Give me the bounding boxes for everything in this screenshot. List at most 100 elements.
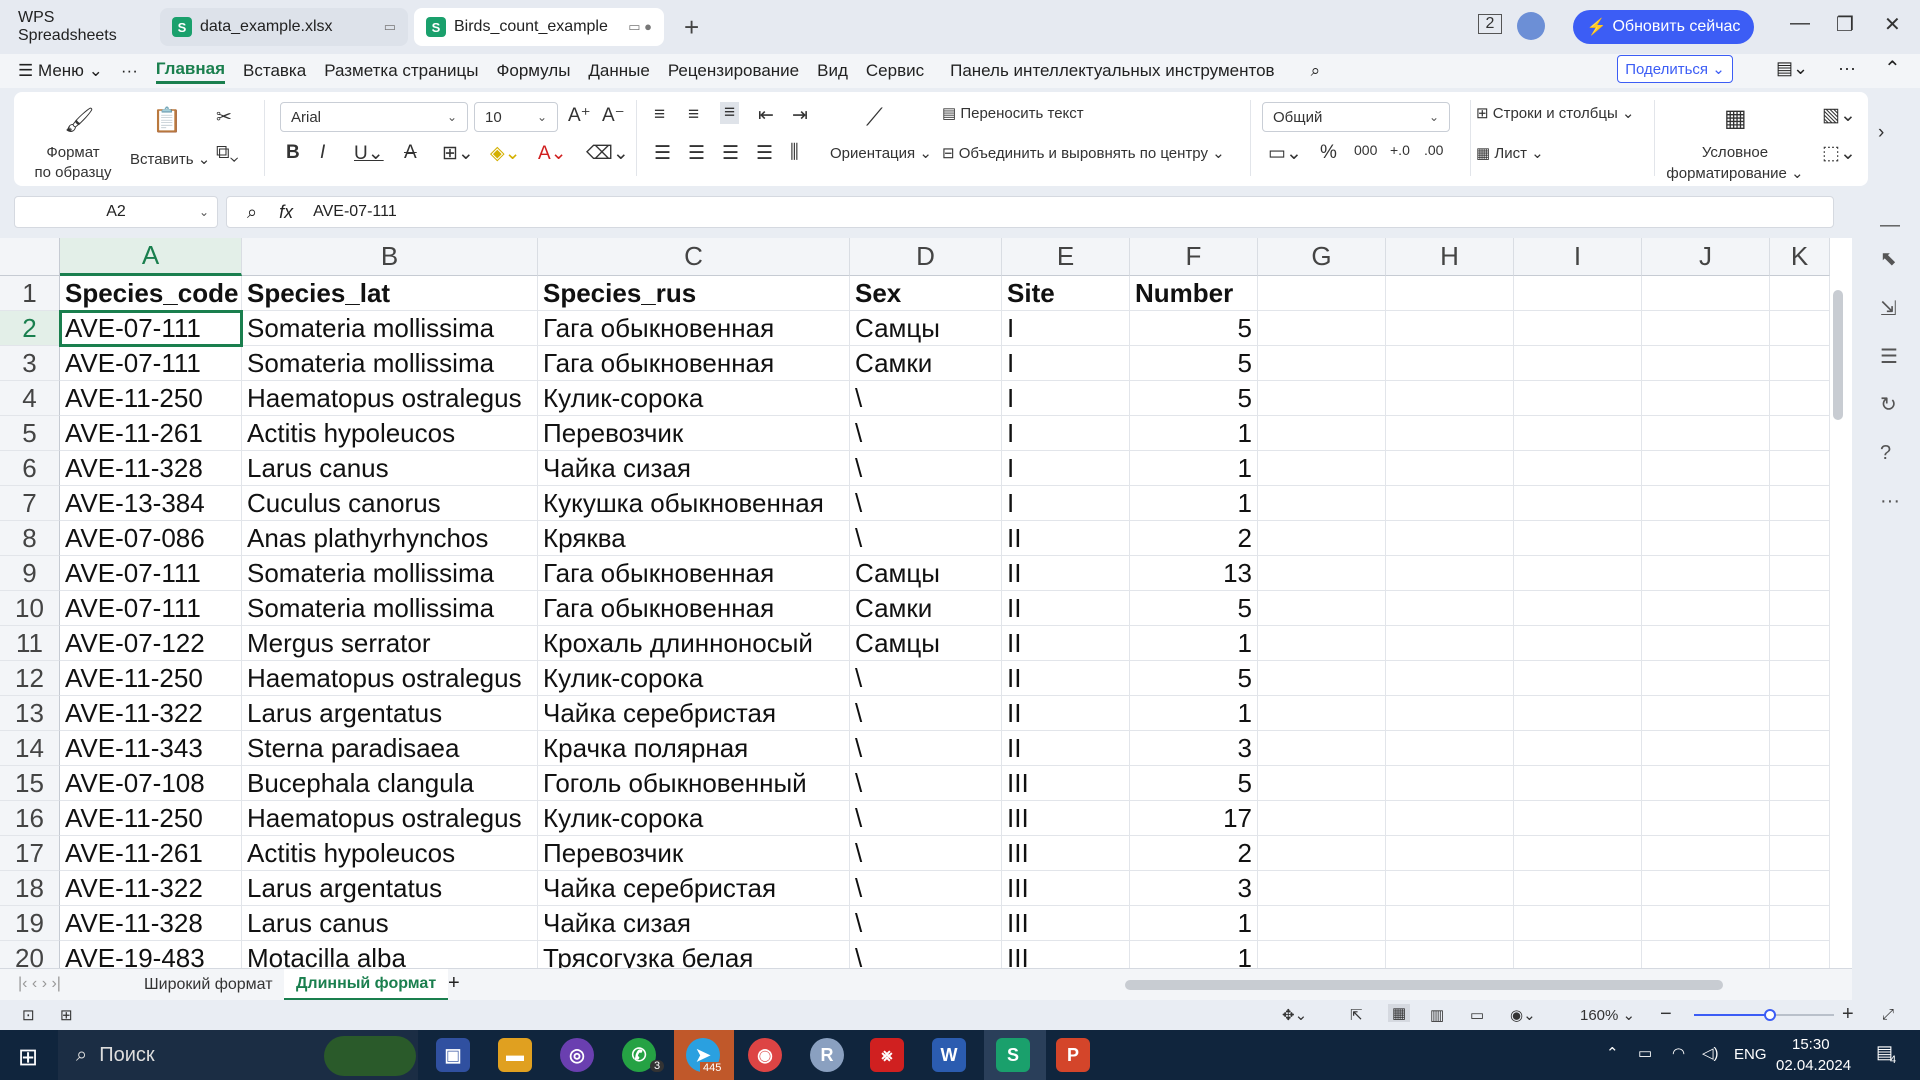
table-cell[interactable]: [1386, 766, 1514, 801]
thousands-icon[interactable]: 000: [1354, 142, 1377, 158]
save-app-icon[interactable]: ▣: [436, 1038, 470, 1072]
table-cell[interactable]: Перевозчик: [538, 836, 850, 871]
align-right-icon[interactable]: ☰: [722, 142, 739, 165]
table-cell[interactable]: Haematopus ostralegus: [242, 801, 538, 836]
r-app-icon[interactable]: R: [810, 1038, 844, 1072]
table-cell[interactable]: [1514, 941, 1642, 968]
table-cell[interactable]: [1770, 311, 1830, 346]
more-icon[interactable]: ···: [1880, 490, 1900, 513]
column-header-a[interactable]: A: [60, 238, 242, 276]
table-cell[interactable]: [1514, 906, 1642, 941]
table-cell[interactable]: Чайка сизая: [538, 906, 850, 941]
currency-icon[interactable]: ▭⌄: [1268, 142, 1302, 165]
zoom-out-button[interactable]: −: [1660, 1003, 1672, 1026]
table-cell[interactable]: [1642, 556, 1770, 591]
format-painter-icon[interactable]: 🖌: [64, 106, 94, 135]
table-cell[interactable]: Крохаль длинноносый: [538, 626, 850, 661]
table-cell[interactable]: [1642, 871, 1770, 906]
row-header[interactable]: 15: [0, 766, 60, 801]
column-header-h[interactable]: H: [1386, 238, 1514, 276]
table-cell[interactable]: AVE-07-111: [60, 346, 242, 381]
page-break-view-icon[interactable]: ▥: [1430, 1006, 1444, 1024]
row-header[interactable]: 1: [0, 276, 60, 311]
row-header[interactable]: 3: [0, 346, 60, 381]
clear-format-icon[interactable]: ⌫⌄: [586, 142, 629, 165]
export-icon[interactable]: ⇲: [1880, 296, 1897, 321]
tab-home-ribbon[interactable]: Главная: [155, 59, 226, 84]
table-cell[interactable]: Перевозчик: [538, 416, 850, 451]
history-icon[interactable]: ↻: [1880, 392, 1897, 417]
minimize-button[interactable]: —: [1790, 12, 1810, 35]
column-header-d[interactable]: D: [850, 238, 1002, 276]
table-cell[interactable]: [1514, 346, 1642, 381]
reading-view-icon[interactable]: ⇱: [1350, 1006, 1363, 1024]
table-cell[interactable]: AVE-11-322: [60, 871, 242, 906]
volume-icon[interactable]: ◁): [1702, 1044, 1719, 1062]
table-cell[interactable]: Чайка сизая: [538, 451, 850, 486]
scroll-mode-icon[interactable]: ✥⌄: [1282, 1006, 1307, 1024]
decrease-indent-icon[interactable]: ⇤: [758, 104, 774, 127]
align-center-icon[interactable]: ☰: [688, 142, 705, 165]
sheet-tab-long[interactable]: Длинный формат: [284, 969, 449, 1001]
table-cell[interactable]: II: [1002, 521, 1130, 556]
header-cell[interactable]: Sex: [850, 276, 1002, 311]
table-cell[interactable]: [1258, 591, 1386, 626]
row-header[interactable]: 12: [0, 661, 60, 696]
table-cell[interactable]: [1770, 556, 1830, 591]
table-cell[interactable]: [1514, 486, 1642, 521]
table-cell[interactable]: [1258, 661, 1386, 696]
table-cell[interactable]: \: [850, 766, 1002, 801]
vertical-scrollbar[interactable]: [1833, 290, 1843, 420]
table-cell[interactable]: I: [1002, 311, 1130, 346]
flowers-widget-image[interactable]: [324, 1036, 416, 1076]
table-cell[interactable]: [1258, 766, 1386, 801]
tab-insert[interactable]: Вставка: [243, 61, 306, 81]
tab-data-example[interactable]: S data_example.xlsx ▭: [160, 8, 408, 46]
table-cell[interactable]: Самки: [850, 591, 1002, 626]
align-left-icon[interactable]: ☰: [654, 142, 671, 165]
row-header[interactable]: 4: [0, 381, 60, 416]
more-options-icon[interactable]: ···: [1838, 58, 1856, 79]
table-cell[interactable]: [1642, 766, 1770, 801]
underline-icon[interactable]: U⌄: [354, 142, 384, 165]
clock-date[interactable]: 02.04.2024: [1776, 1057, 1851, 1074]
table-cell[interactable]: [1770, 591, 1830, 626]
table-cell[interactable]: [1386, 906, 1514, 941]
table-cell[interactable]: [1642, 311, 1770, 346]
table-cell[interactable]: \: [850, 486, 1002, 521]
table-cell[interactable]: Cuculus canorus: [242, 486, 538, 521]
table-cell[interactable]: [1642, 661, 1770, 696]
orientation-button[interactable]: Ориентация ⌄: [830, 144, 932, 163]
table-cell[interactable]: Чайка серебристая: [538, 696, 850, 731]
row-header[interactable]: 18: [0, 871, 60, 906]
table-cell[interactable]: [1514, 801, 1642, 836]
table-cell[interactable]: [1770, 801, 1830, 836]
table-cell[interactable]: [1642, 836, 1770, 871]
table-cell[interactable]: [1642, 591, 1770, 626]
table-cell[interactable]: [1386, 941, 1514, 968]
pointer-icon[interactable]: ⬉: [1880, 246, 1897, 271]
paste-icon[interactable]: 📋: [152, 106, 182, 135]
header-cell[interactable]: Species_code: [60, 276, 242, 311]
add-sheet-button[interactable]: +: [448, 972, 460, 995]
table-cell[interactable]: AVE-07-122: [60, 626, 242, 661]
table-cell[interactable]: [1770, 486, 1830, 521]
table-cell[interactable]: [1770, 941, 1830, 968]
cond-format-label-1[interactable]: Условное: [1670, 144, 1800, 161]
table-cell[interactable]: AVE-07-111: [60, 311, 242, 346]
table-cell[interactable]: [1514, 766, 1642, 801]
table-cell[interactable]: Кулик-сорока: [538, 801, 850, 836]
table-cell[interactable]: 1: [1130, 626, 1258, 661]
table-cell[interactable]: 5: [1130, 591, 1258, 626]
tab-smart-tools[interactable]: Панель интеллектуальных инструментов: [950, 61, 1274, 81]
table-cell[interactable]: [1386, 451, 1514, 486]
align-top-icon[interactable]: ≡: [654, 104, 665, 126]
table-cell[interactable]: [1642, 696, 1770, 731]
update-now-button[interactable]: ⚡ Обновить сейчас: [1573, 10, 1754, 44]
name-box[interactable]: A2 ⌄: [14, 196, 218, 228]
language-indicator[interactable]: ENG: [1734, 1046, 1767, 1063]
row-header[interactable]: 20: [0, 941, 60, 968]
table-cell[interactable]: I: [1002, 346, 1130, 381]
table-cell[interactable]: Гага обыкновенная: [538, 591, 850, 626]
row-header[interactable]: 2: [0, 311, 60, 346]
